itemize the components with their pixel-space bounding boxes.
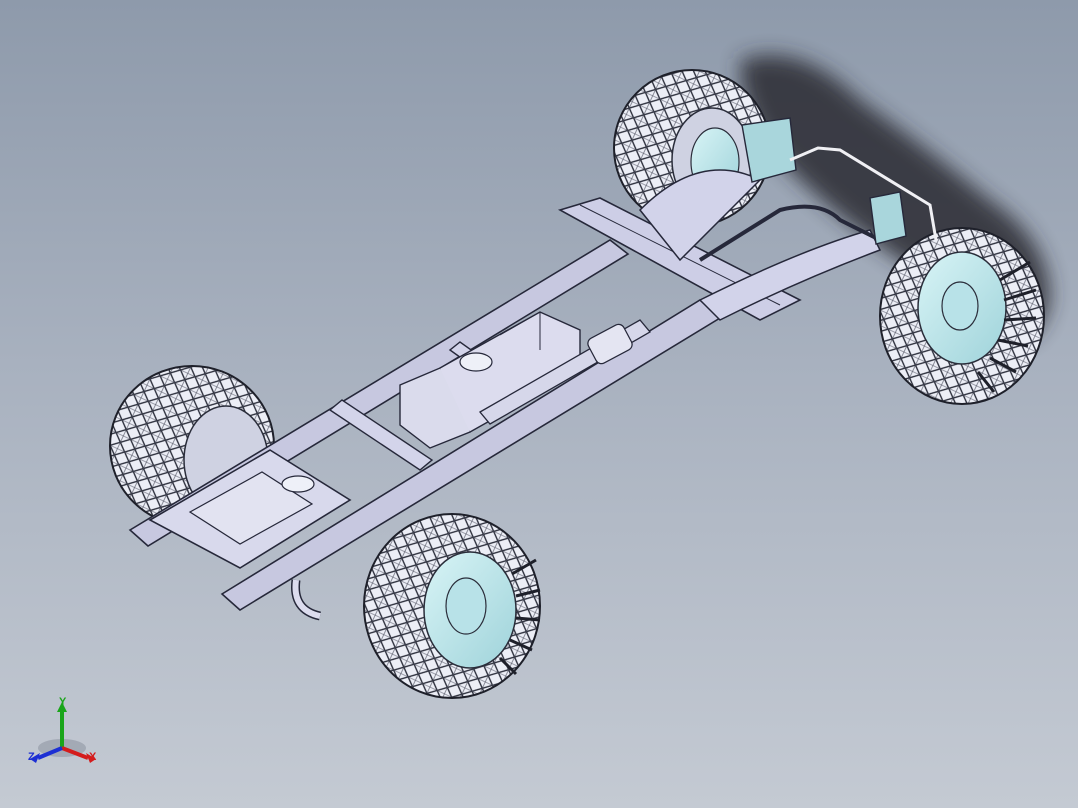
y-axis-label: Y [59,696,67,708]
wheel-rear-right[interactable] [879,227,1045,405]
z-axis-label: Z [28,751,35,763]
exhaust-pipe[interactable] [291,579,322,621]
cad-graphics-viewport[interactable]: Y X Z [0,0,1078,808]
wheel-front-right[interactable] [363,513,541,699]
triad-graphic [30,702,96,763]
orientation-triad[interactable]: Y X Z [22,692,112,772]
model-view[interactable] [0,0,1078,808]
x-axis-label: X [89,751,97,763]
